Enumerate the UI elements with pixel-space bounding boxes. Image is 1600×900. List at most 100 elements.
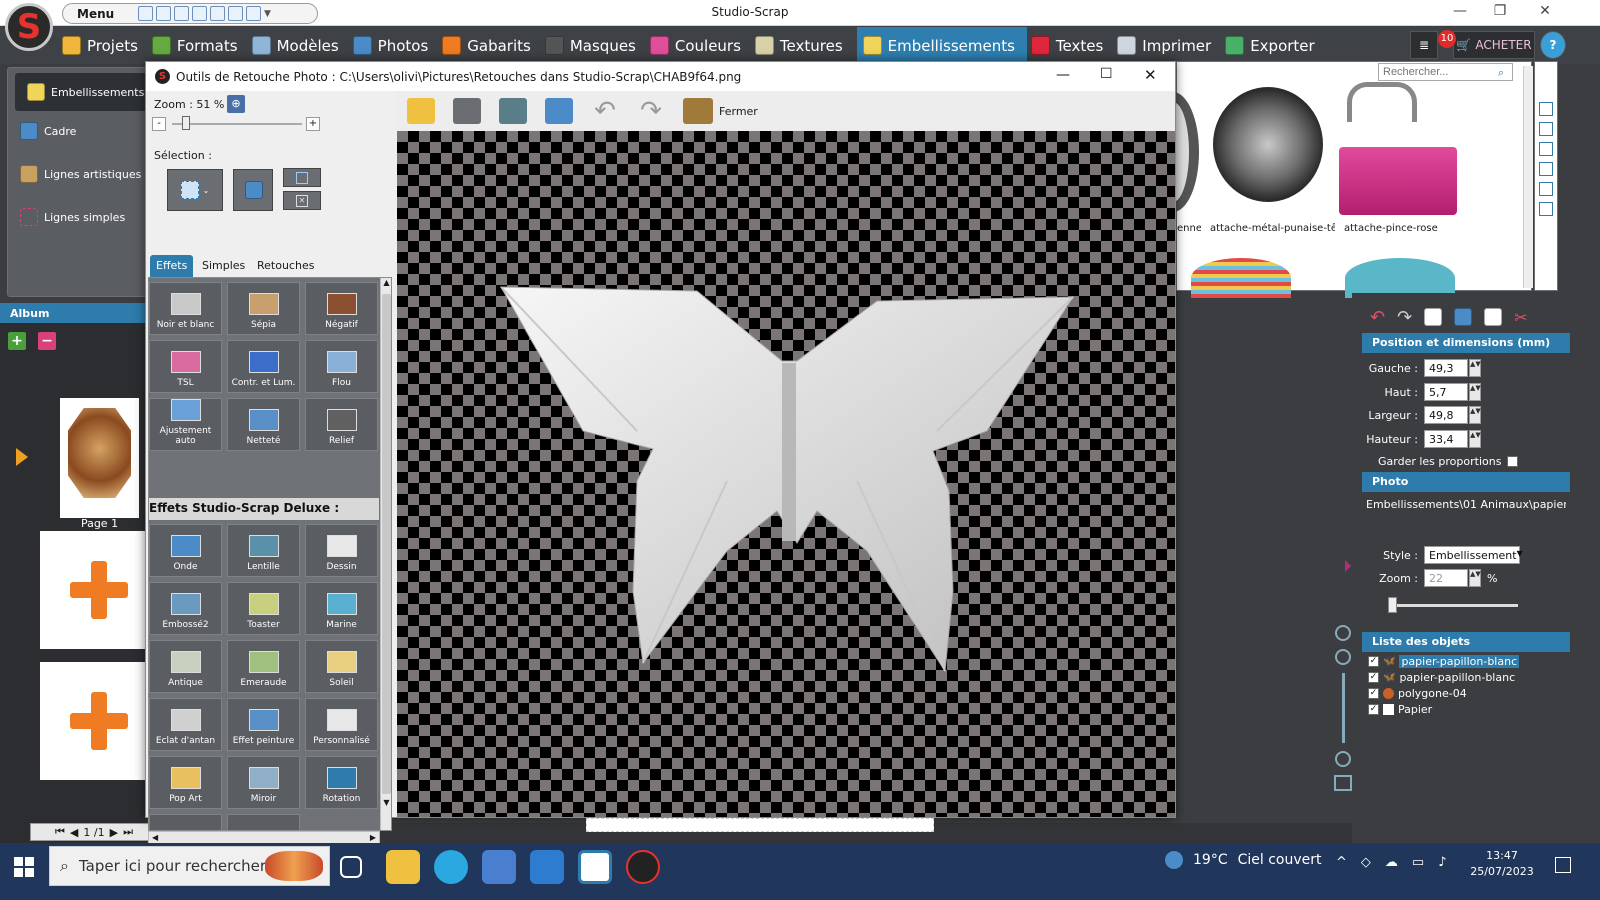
effect-miroir[interactable]: Miroir — [227, 756, 300, 809]
effect-contr-et-lum-[interactable]: Contr. et Lum. — [227, 340, 300, 393]
object-row[interactable]: ✓ Papier — [1368, 701, 1432, 717]
spinner-icon[interactable]: ▲▼ — [1469, 383, 1481, 401]
last-page-icon[interactable]: ⏭ — [123, 825, 133, 839]
visible-checkbox[interactable]: ✓ — [1368, 655, 1379, 667]
close-icon[interactable]: ✕ — [1144, 66, 1157, 84]
onedrive-icon[interactable]: ☁ — [1385, 855, 1398, 870]
undo-button[interactable]: ↶ — [585, 92, 625, 130]
undo-icon[interactable]: ↶ — [1370, 307, 1385, 328]
save-as-icon[interactable] — [210, 6, 225, 21]
grid-icon[interactable] — [1539, 162, 1553, 176]
open-file-button[interactable] — [401, 92, 441, 130]
minimize-icon[interactable]: — — [1056, 67, 1070, 83]
open-icon[interactable] — [174, 6, 189, 21]
paste-icon[interactable] — [1484, 308, 1503, 326]
clock[interactable]: 13:47 25/07/2023 — [1470, 848, 1534, 880]
menu-item-gabarits[interactable]: Gabarits — [442, 27, 541, 64]
effect-rotation[interactable]: Rotation — [305, 756, 378, 809]
export-icon[interactable] — [228, 6, 243, 21]
export-image-button[interactable] — [539, 92, 579, 130]
spinner-icon[interactable]: ▲▼ — [1469, 406, 1481, 424]
effect-personnalise[interactable]: Personnalisé — [305, 698, 378, 751]
zoom-in-icon[interactable] — [1335, 625, 1351, 641]
photo-zoom-slider[interactable] — [1388, 604, 1518, 607]
help-button[interactable]: ? — [1540, 31, 1566, 59]
zoom-slider[interactable] — [1341, 673, 1345, 743]
menu-item-photos[interactable]: Photos — [352, 27, 439, 64]
microsoft-store-icon[interactable] — [482, 850, 516, 884]
width-input[interactable]: 49,8 — [1424, 406, 1468, 424]
effect-tile-partial[interactable] — [149, 814, 222, 830]
minimize-icon[interactable]: — — [1440, 3, 1480, 23]
top-input[interactable]: 5,7 — [1424, 383, 1468, 401]
volume-icon[interactable]: ♪ — [1438, 855, 1446, 870]
photo-section-header[interactable]: Photo — [1362, 472, 1570, 492]
save-icon[interactable] — [192, 6, 207, 21]
tab-effets[interactable]: Effets — [150, 255, 194, 277]
zoom-in-icon[interactable] — [1539, 102, 1553, 116]
close-icon[interactable]: ✕ — [1525, 3, 1565, 23]
grid-icon[interactable] — [1539, 142, 1553, 156]
effect-nettete[interactable]: Netteté — [227, 398, 300, 451]
weather-widget[interactable]: 19°C Ciel couvert — [1165, 851, 1322, 869]
studio-scrap-taskbar-icon[interactable] — [626, 850, 660, 884]
menu-item-imprimer[interactable]: Imprimer — [1117, 27, 1221, 64]
redo-icon[interactable]: ↷ — [1397, 307, 1412, 328]
maximize-icon[interactable]: ☐ — [1100, 66, 1113, 82]
panel-collapse-icon[interactable] — [1345, 560, 1351, 572]
scissors-icon[interactable]: ✂ — [1514, 308, 1527, 327]
remove-page-icon[interactable]: − — [38, 332, 56, 350]
copy-icon[interactable] — [1424, 308, 1443, 326]
effect-tsl[interactable]: TSL — [149, 340, 222, 393]
add-page-slot[interactable] — [40, 662, 147, 780]
zoom-plus-button[interactable]: + — [306, 117, 320, 131]
notification-center-icon[interactable] — [1555, 857, 1571, 873]
task-view-icon[interactable] — [340, 856, 362, 878]
move-selection-tool[interactable] — [233, 169, 273, 211]
network-icon[interactable]: ◇ — [1361, 855, 1371, 870]
menu-item-formats[interactable]: Formats — [151, 27, 248, 64]
edge-browser-icon[interactable] — [434, 850, 468, 884]
page-1-thumbnail[interactable] — [60, 398, 139, 518]
effect-relief[interactable]: Relief — [305, 398, 378, 451]
effect-embosse2[interactable]: Embossé2 — [149, 582, 222, 635]
effect-lentille[interactable]: Lentille — [227, 524, 300, 577]
effect-flou[interactable]: Flou — [305, 340, 378, 393]
search-input[interactable] — [1378, 63, 1513, 81]
studio-app-icon[interactable] — [578, 850, 612, 884]
select-all-tool[interactable] — [283, 168, 321, 187]
effect-ajustement-auto[interactable]: Ajustement auto — [149, 398, 222, 451]
link-icon[interactable] — [246, 6, 261, 21]
style-select[interactable]: Embellissement ▼ — [1424, 546, 1523, 564]
spinner-icon[interactable]: ▲▼ — [1469, 359, 1481, 377]
object-row[interactable]: ✓ polygone-04 — [1368, 685, 1467, 701]
effect-tile-partial[interactable] — [227, 814, 300, 830]
redo-button[interactable]: ↷ — [631, 92, 671, 130]
fullscreen-icon[interactable] — [1334, 775, 1352, 791]
new-icon[interactable] — [156, 6, 171, 21]
menu-item-modeles[interactable]: Modèles — [251, 27, 349, 64]
zoom-minus-button[interactable]: - — [152, 117, 166, 131]
file-explorer-icon[interactable] — [386, 850, 420, 884]
menu-item-couleurs[interactable]: Couleurs — [649, 27, 751, 64]
height-input[interactable]: 33,4 — [1424, 430, 1468, 448]
menu-item-embellissements[interactable]: Embellissements — [856, 27, 1027, 64]
next-page-icon[interactable]: ▶ — [110, 826, 118, 839]
add-page-slot[interactable] — [40, 531, 147, 649]
effect-effet-peinture[interactable]: Effet peinture — [227, 698, 300, 751]
effect-noir-et-blanc[interactable]: Noir et blanc — [149, 282, 222, 335]
spinner-icon[interactable]: ▲▼ — [1469, 569, 1481, 587]
menu-item-exporter[interactable]: Exporter — [1225, 27, 1325, 64]
studio-scrap-logo[interactable]: S — [5, 3, 53, 51]
visible-checkbox[interactable]: ✓ — [1368, 671, 1379, 683]
deselect-tool[interactable]: ✕ — [283, 191, 321, 210]
chevron-down-icon[interactable]: ▼ — [264, 9, 271, 19]
tools-icon[interactable] — [138, 6, 153, 21]
filter-icon[interactable] — [1539, 202, 1553, 216]
effect-emeraude[interactable]: Emeraude — [227, 640, 300, 693]
windows-start-icon[interactable] — [14, 857, 34, 877]
mail-icon[interactable] — [530, 850, 564, 884]
save-and-apply-button[interactable] — [493, 92, 533, 130]
effect-eclat-d-antan[interactable]: Eclat d'antan — [149, 698, 222, 751]
notes-icon[interactable]: ≣ — [1410, 31, 1438, 59]
